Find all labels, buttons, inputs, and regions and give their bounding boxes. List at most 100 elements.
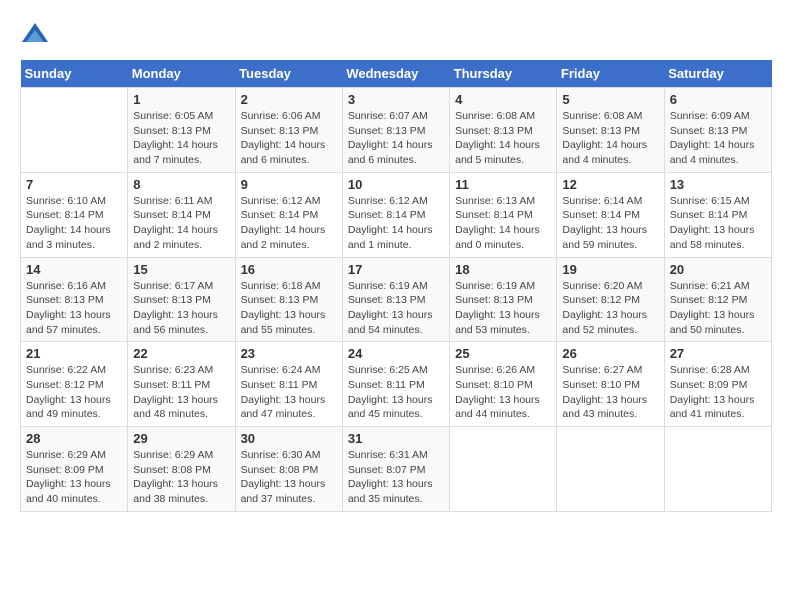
day-info: Sunrise: 6:16 AM Sunset: 8:13 PM Dayligh… bbox=[26, 279, 122, 338]
week-row-3: 14 Sunrise: 6:16 AM Sunset: 8:13 PM Dayli… bbox=[21, 257, 772, 342]
day-info: Sunrise: 6:18 AM Sunset: 8:13 PM Dayligh… bbox=[241, 279, 337, 338]
day-info: Sunrise: 6:17 AM Sunset: 8:13 PM Dayligh… bbox=[133, 279, 229, 338]
day-info: Sunrise: 6:15 AM Sunset: 8:14 PM Dayligh… bbox=[670, 194, 766, 253]
day-number: 21 bbox=[26, 346, 122, 361]
day-number: 12 bbox=[562, 177, 658, 192]
week-row-2: 7Sunrise: 6:10 AM Sunset: 8:14 PM Daylig… bbox=[21, 172, 772, 257]
calendar-cell: 9Sunrise: 6:12 AM Sunset: 8:14 PM Daylig… bbox=[235, 172, 342, 257]
day-header-saturday: Saturday bbox=[664, 60, 771, 88]
day-info: Sunrise: 6:31 AM Sunset: 8:07 PM Dayligh… bbox=[348, 448, 444, 507]
day-number: 22 bbox=[133, 346, 229, 361]
week-row-4: 21 Sunrise: 6:22 AM Sunset: 8:12 PM Dayli… bbox=[21, 342, 772, 427]
day-number: 4 bbox=[455, 92, 551, 107]
calendar-cell bbox=[664, 427, 771, 512]
day-number: 9 bbox=[241, 177, 337, 192]
days-header-row: SundayMondayTuesdayWednesdayThursdayFrid… bbox=[21, 60, 772, 88]
calendar-cell: 23 Sunrise: 6:24 AM Sunset: 8:11 PM Dayli… bbox=[235, 342, 342, 427]
day-number: 16 bbox=[241, 262, 337, 277]
page-header bbox=[20, 20, 772, 50]
day-number: 24 bbox=[348, 346, 444, 361]
calendar-cell bbox=[450, 427, 557, 512]
calendar-cell: 16 Sunrise: 6:18 AM Sunset: 8:13 PM Dayli… bbox=[235, 257, 342, 342]
day-info: Sunrise: 6:21 AM Sunset: 8:12 PM Dayligh… bbox=[670, 279, 766, 338]
logo-icon bbox=[20, 20, 50, 50]
day-info: Sunrise: 6:11 AM Sunset: 8:14 PM Dayligh… bbox=[133, 194, 229, 253]
calendar-cell: 5 Sunrise: 6:08 AM Sunset: 8:13 PM Daylig… bbox=[557, 88, 664, 173]
day-info: Sunrise: 6:28 AM Sunset: 8:09 PM Dayligh… bbox=[670, 363, 766, 422]
day-number: 13 bbox=[670, 177, 766, 192]
day-number: 5 bbox=[562, 92, 658, 107]
day-info: Sunrise: 6:08 AM Sunset: 8:13 PM Dayligh… bbox=[455, 109, 551, 168]
calendar-cell: 22 Sunrise: 6:23 AM Sunset: 8:11 PM Dayli… bbox=[128, 342, 235, 427]
calendar-cell: 21 Sunrise: 6:22 AM Sunset: 8:12 PM Dayli… bbox=[21, 342, 128, 427]
calendar-cell: 30 Sunrise: 6:30 AM Sunset: 8:08 PM Dayli… bbox=[235, 427, 342, 512]
day-number: 6 bbox=[670, 92, 766, 107]
day-info: Sunrise: 6:07 AM Sunset: 8:13 PM Dayligh… bbox=[348, 109, 444, 168]
day-info: Sunrise: 6:26 AM Sunset: 8:10 PM Dayligh… bbox=[455, 363, 551, 422]
day-number: 29 bbox=[133, 431, 229, 446]
day-info: Sunrise: 6:09 AM Sunset: 8:13 PM Dayligh… bbox=[670, 109, 766, 168]
day-number: 8 bbox=[133, 177, 229, 192]
calendar-cell: 10 Sunrise: 6:12 AM Sunset: 8:14 PM Dayli… bbox=[342, 172, 449, 257]
calendar-cell: 27 Sunrise: 6:28 AM Sunset: 8:09 PM Dayli… bbox=[664, 342, 771, 427]
day-info: Sunrise: 6:23 AM Sunset: 8:11 PM Dayligh… bbox=[133, 363, 229, 422]
calendar-cell: 8 Sunrise: 6:11 AM Sunset: 8:14 PM Daylig… bbox=[128, 172, 235, 257]
calendar-cell: 18 Sunrise: 6:19 AM Sunset: 8:13 PM Dayli… bbox=[450, 257, 557, 342]
calendar-cell: 25Sunrise: 6:26 AM Sunset: 8:10 PM Dayli… bbox=[450, 342, 557, 427]
day-info: Sunrise: 6:06 AM Sunset: 8:13 PM Dayligh… bbox=[241, 109, 337, 168]
day-header-friday: Friday bbox=[557, 60, 664, 88]
calendar-cell: 1 Sunrise: 6:05 AM Sunset: 8:13 PM Daylig… bbox=[128, 88, 235, 173]
day-number: 17 bbox=[348, 262, 444, 277]
logo bbox=[20, 20, 52, 50]
calendar-cell: 24 Sunrise: 6:25 AM Sunset: 8:11 PM Dayli… bbox=[342, 342, 449, 427]
day-info: Sunrise: 6:05 AM Sunset: 8:13 PM Dayligh… bbox=[133, 109, 229, 168]
day-info: Sunrise: 6:12 AM Sunset: 8:14 PM Dayligh… bbox=[348, 194, 444, 253]
day-info: Sunrise: 6:13 AM Sunset: 8:14 PM Dayligh… bbox=[455, 194, 551, 253]
day-number: 11 bbox=[455, 177, 551, 192]
calendar-cell: 15Sunrise: 6:17 AM Sunset: 8:13 PM Dayli… bbox=[128, 257, 235, 342]
day-header-wednesday: Wednesday bbox=[342, 60, 449, 88]
day-info: Sunrise: 6:25 AM Sunset: 8:11 PM Dayligh… bbox=[348, 363, 444, 422]
day-info: Sunrise: 6:08 AM Sunset: 8:13 PM Dayligh… bbox=[562, 109, 658, 168]
day-info: Sunrise: 6:10 AM Sunset: 8:14 PM Dayligh… bbox=[26, 194, 122, 253]
day-header-sunday: Sunday bbox=[21, 60, 128, 88]
calendar-cell: 26 Sunrise: 6:27 AM Sunset: 8:10 PM Dayli… bbox=[557, 342, 664, 427]
day-info: Sunrise: 6:19 AM Sunset: 8:13 PM Dayligh… bbox=[348, 279, 444, 338]
day-number: 27 bbox=[670, 346, 766, 361]
day-info: Sunrise: 6:29 AM Sunset: 8:09 PM Dayligh… bbox=[26, 448, 122, 507]
calendar-cell: 12Sunrise: 6:14 AM Sunset: 8:14 PM Dayli… bbox=[557, 172, 664, 257]
day-number: 31 bbox=[348, 431, 444, 446]
day-number: 18 bbox=[455, 262, 551, 277]
day-number: 1 bbox=[133, 92, 229, 107]
calendar-cell: 13 Sunrise: 6:15 AM Sunset: 8:14 PM Dayli… bbox=[664, 172, 771, 257]
day-number: 3 bbox=[348, 92, 444, 107]
calendar-cell: 17 Sunrise: 6:19 AM Sunset: 8:13 PM Dayli… bbox=[342, 257, 449, 342]
day-info: Sunrise: 6:30 AM Sunset: 8:08 PM Dayligh… bbox=[241, 448, 337, 507]
calendar-cell: 6 Sunrise: 6:09 AM Sunset: 8:13 PM Daylig… bbox=[664, 88, 771, 173]
day-number: 14 bbox=[26, 262, 122, 277]
day-header-thursday: Thursday bbox=[450, 60, 557, 88]
day-number: 23 bbox=[241, 346, 337, 361]
day-header-tuesday: Tuesday bbox=[235, 60, 342, 88]
calendar-cell: 11 Sunrise: 6:13 AM Sunset: 8:14 PM Dayli… bbox=[450, 172, 557, 257]
day-info: Sunrise: 6:24 AM Sunset: 8:11 PM Dayligh… bbox=[241, 363, 337, 422]
calendar-cell: 4 Sunrise: 6:08 AM Sunset: 8:13 PM Daylig… bbox=[450, 88, 557, 173]
day-info: Sunrise: 6:29 AM Sunset: 8:08 PM Dayligh… bbox=[133, 448, 229, 507]
day-number: 19 bbox=[562, 262, 658, 277]
day-number: 20 bbox=[670, 262, 766, 277]
day-number: 2 bbox=[241, 92, 337, 107]
week-row-1: 1 Sunrise: 6:05 AM Sunset: 8:13 PM Daylig… bbox=[21, 88, 772, 173]
day-number: 26 bbox=[562, 346, 658, 361]
day-number: 10 bbox=[348, 177, 444, 192]
day-info: Sunrise: 6:22 AM Sunset: 8:12 PM Dayligh… bbox=[26, 363, 122, 422]
calendar-cell: 31 Sunrise: 6:31 AM Sunset: 8:07 PM Dayli… bbox=[342, 427, 449, 512]
calendar-cell bbox=[557, 427, 664, 512]
calendar-cell bbox=[21, 88, 128, 173]
calendar-cell: 29 Sunrise: 6:29 AM Sunset: 8:08 PM Dayli… bbox=[128, 427, 235, 512]
calendar-cell: 14 Sunrise: 6:16 AM Sunset: 8:13 PM Dayli… bbox=[21, 257, 128, 342]
day-info: Sunrise: 6:27 AM Sunset: 8:10 PM Dayligh… bbox=[562, 363, 658, 422]
calendar-cell: 7Sunrise: 6:10 AM Sunset: 8:14 PM Daylig… bbox=[21, 172, 128, 257]
day-info: Sunrise: 6:19 AM Sunset: 8:13 PM Dayligh… bbox=[455, 279, 551, 338]
calendar-cell: 28Sunrise: 6:29 AM Sunset: 8:09 PM Dayli… bbox=[21, 427, 128, 512]
day-number: 30 bbox=[241, 431, 337, 446]
